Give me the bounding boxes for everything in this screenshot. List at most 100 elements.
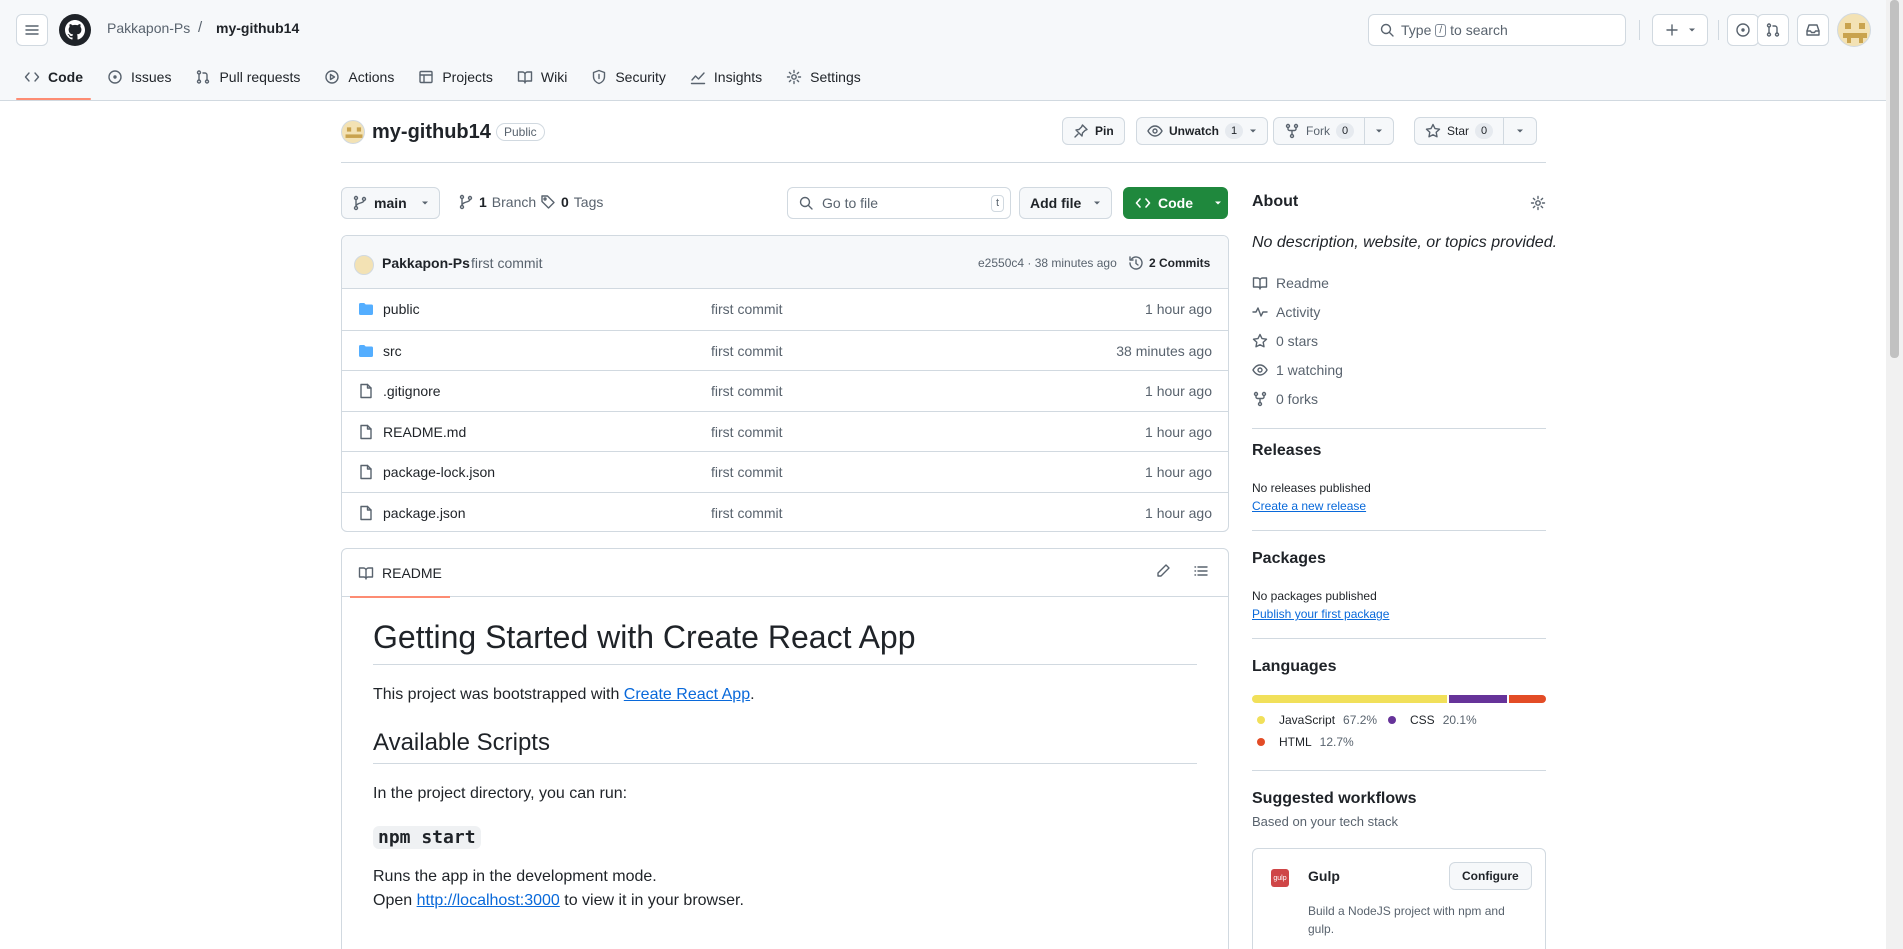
pin-button[interactable]: Pin: [1062, 117, 1125, 145]
plus-icon: [1666, 24, 1678, 36]
language-percent: 12.7%: [1319, 735, 1354, 749]
divider: [1718, 20, 1719, 40]
edit-readme-button[interactable]: [1155, 563, 1171, 579]
packages-heading[interactable]: Packages: [1252, 550, 1326, 568]
history-icon: [1129, 256, 1143, 270]
file-commit-message[interactable]: first commit: [711, 464, 783, 480]
commit-author-avatar[interactable]: [354, 255, 374, 275]
about-item-0-stars[interactable]: 0 stars: [1252, 333, 1318, 349]
language-item[interactable]: HTML 12.7%: [1257, 735, 1354, 749]
localhost-link[interactable]: http://localhost:3000: [417, 892, 560, 909]
github-logo[interactable]: [59, 14, 91, 46]
tab-projects[interactable]: Projects: [410, 63, 501, 91]
repo-owner-avatar[interactable]: [341, 120, 365, 144]
tag-icon: [541, 195, 555, 209]
tab-issues[interactable]: Issues: [99, 63, 179, 91]
menu-button[interactable]: [16, 14, 48, 46]
tab-settings[interactable]: Settings: [778, 63, 869, 91]
about-item-1-watching[interactable]: 1 watching: [1252, 362, 1343, 378]
file-name[interactable]: package.json: [383, 505, 466, 521]
file-row[interactable]: public first commit 1 hour ago: [342, 289, 1228, 330]
file-age: 1 hour ago: [1145, 504, 1212, 521]
go-to-file-key: t: [990, 195, 1004, 212]
tab-actions[interactable]: Actions: [316, 63, 402, 91]
text: to view it in your browser.: [559, 892, 744, 909]
file-name[interactable]: src: [383, 343, 402, 359]
go-to-file-input[interactable]: Go to file t: [787, 187, 1011, 219]
tab-insights[interactable]: Insights: [682, 63, 770, 91]
publish-package-link[interactable]: Publish your first package: [1252, 607, 1389, 621]
file-row[interactable]: src first commit 38 minutes ago: [342, 329, 1228, 371]
page-scrollbar[interactable]: [1886, 0, 1903, 949]
user-avatar[interactable]: [1837, 13, 1871, 47]
commits-link[interactable]: 2 Commits: [1128, 255, 1210, 271]
tab-pull-requests[interactable]: Pull requests: [187, 63, 308, 91]
tab-wiki[interactable]: Wiki: [509, 63, 575, 91]
file-name[interactable]: public: [383, 301, 420, 317]
language-item[interactable]: CSS 20.1%: [1388, 713, 1477, 727]
outline-button[interactable]: [1193, 563, 1209, 579]
file-commit-message[interactable]: first commit: [711, 424, 783, 440]
create-new-button[interactable]: [1652, 14, 1708, 46]
create-react-app-link[interactable]: Create React App: [624, 686, 750, 703]
star-dropdown[interactable]: [1503, 118, 1536, 144]
file-row[interactable]: package-lock.json first commit 1 hour ago: [342, 451, 1228, 492]
commit-message[interactable]: first commit: [471, 255, 543, 271]
branch-select[interactable]: main: [341, 187, 440, 219]
about-item-0-forks[interactable]: 0 forks: [1252, 391, 1318, 407]
eye-icon: [1147, 125, 1163, 137]
gear-icon: [786, 69, 802, 85]
tab-code[interactable]: Code: [16, 63, 91, 100]
branches-count: 1: [479, 194, 487, 210]
file-row[interactable]: package.json first commit 1 hour ago: [342, 491, 1228, 531]
caret-down-icon: [1250, 129, 1257, 133]
releases-heading[interactable]: Releases: [1252, 442, 1321, 460]
about-item-readme[interactable]: Readme: [1252, 275, 1329, 291]
add-file-button[interactable]: Add file: [1019, 187, 1113, 219]
edit-about-button[interactable]: [1530, 195, 1546, 211]
repo-title[interactable]: my-github14: [372, 121, 491, 144]
file-commit-message[interactable]: first commit: [711, 301, 783, 317]
scrollbar-thumb[interactable]: [1890, 0, 1899, 358]
inbox-button[interactable]: [1797, 14, 1829, 46]
issues-button[interactable]: [1727, 14, 1759, 46]
tags-link[interactable]: 0 Tags: [540, 194, 603, 210]
watch-button[interactable]: Unwatch 1: [1136, 117, 1269, 145]
file-commit-message[interactable]: first commit: [711, 343, 783, 359]
visibility-badge: Public: [496, 123, 545, 141]
readme-tab[interactable]: README: [350, 549, 450, 598]
branches-link[interactable]: 1 Branch: [458, 194, 536, 210]
language-name: JavaScript: [1279, 713, 1336, 727]
file-row[interactable]: .gitignore first commit 1 hour ago: [342, 370, 1228, 411]
about-description: No description, website, or topics provi…: [1252, 234, 1558, 251]
language-bar-segment: [1509, 695, 1546, 703]
fork-dropdown[interactable]: [1364, 118, 1393, 144]
file-row[interactable]: README.md first commit 1 hour ago: [342, 410, 1228, 452]
create-release-link[interactable]: Create a new release: [1252, 499, 1366, 513]
file-commit-message[interactable]: first commit: [711, 505, 783, 521]
breadcrumb-repo[interactable]: my-github14: [216, 20, 299, 36]
star-button[interactable]: Star 0: [1414, 117, 1538, 145]
configure-button[interactable]: Configure: [1449, 862, 1532, 890]
pull-request-icon: [1766, 23, 1780, 37]
file-age: 38 minutes ago: [1116, 342, 1212, 359]
commit-sha-time[interactable]: e2550c4 · 38 minutes ago: [978, 256, 1117, 270]
file-name[interactable]: package-lock.json: [383, 464, 495, 480]
search-input[interactable]: Type / to search: [1368, 14, 1626, 46]
caret-down-icon: [1689, 28, 1695, 32]
file-name[interactable]: .gitignore: [383, 383, 441, 399]
github-octocat-icon: [65, 20, 85, 40]
language-item[interactable]: JavaScript 67.2%: [1257, 713, 1377, 727]
about-item-activity[interactable]: Activity: [1252, 304, 1320, 320]
tab-label: Projects: [442, 69, 493, 85]
tab-security[interactable]: Security: [583, 63, 674, 91]
fork-button[interactable]: Fork 0: [1273, 117, 1395, 145]
file-commit-message[interactable]: first commit: [711, 383, 783, 399]
pull-requests-button[interactable]: [1757, 14, 1789, 46]
breadcrumb-owner[interactable]: Pakkapon-Ps: [107, 20, 190, 36]
file-name[interactable]: README.md: [383, 424, 466, 440]
commit-author[interactable]: Pakkapon-Ps: [382, 255, 470, 271]
inbox-icon: [1806, 24, 1820, 36]
star-count: 0: [1475, 123, 1494, 139]
code-button[interactable]: Code: [1123, 187, 1228, 219]
